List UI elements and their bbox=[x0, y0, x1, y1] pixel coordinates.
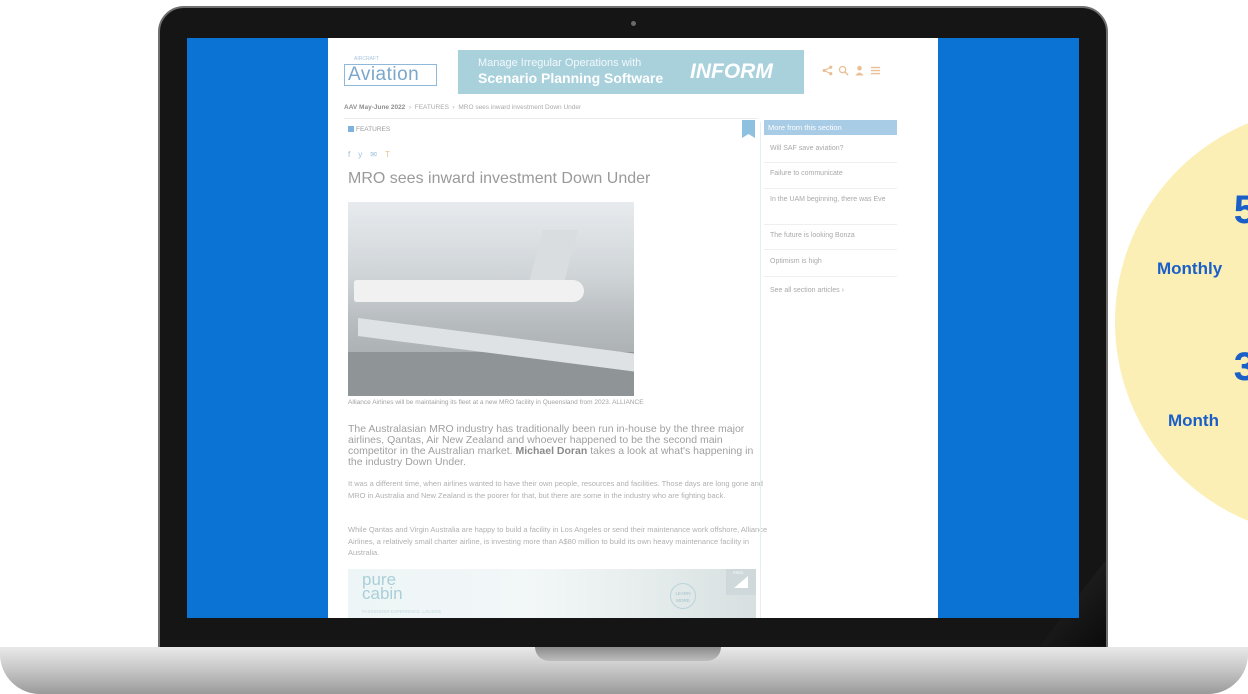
breadcrumb-issue[interactable]: AAV May-June 2022 bbox=[344, 104, 405, 111]
facebook-icon[interactable]: f bbox=[348, 150, 350, 159]
sidebar-heading: More from this section bbox=[764, 120, 897, 135]
photo-caption: Alliance Airlines will be maintaining it… bbox=[348, 399, 644, 406]
laptop-notch bbox=[535, 647, 721, 661]
search-icon[interactable] bbox=[838, 65, 849, 76]
sidebar-item-divider bbox=[764, 188, 897, 189]
camera-icon bbox=[631, 21, 636, 26]
sidebar-item-divider bbox=[764, 162, 897, 163]
breadcrumb-section[interactable]: FEATURES bbox=[415, 104, 449, 111]
marketing-stage: 5 Monthly 3 Month AIRCRAFT Aviation Mana… bbox=[0, 0, 1248, 694]
article-page: AIRCRAFT Aviation Manage Irregular Opera… bbox=[328, 38, 938, 618]
stats-circle bbox=[1115, 107, 1248, 537]
article-lede: The Australasian MRO industry has tradit… bbox=[348, 424, 768, 468]
ad2-learn-more-badge[interactable]: LEARN MORE bbox=[670, 583, 696, 609]
ad2-logo: pure cabin bbox=[362, 571, 403, 603]
photo-tail-shape bbox=[528, 230, 578, 286]
logo-small-text: AIRCRAFT bbox=[354, 56, 379, 62]
share-icon[interactable] bbox=[822, 65, 833, 76]
article-paragraph-1: It was a different time, when airlines w… bbox=[348, 479, 763, 500]
user-icon[interactable] bbox=[854, 65, 865, 76]
breadcrumb-sep: › bbox=[452, 104, 455, 111]
ad-banner-line2: Scenario Planning Software bbox=[478, 70, 664, 86]
breadcrumb-sep: › bbox=[408, 104, 412, 111]
ad-banner-line1: Manage Irregular Operations with bbox=[478, 57, 642, 69]
ad2-corner-label: FREE bbox=[733, 570, 744, 575]
sidebar-item-divider bbox=[764, 224, 897, 225]
ad-banner[interactable]: Manage Irregular Operations with Scenari… bbox=[458, 50, 804, 94]
breadcrumb-current: MRO sees inward investment Down Under bbox=[458, 104, 582, 111]
ad-pure-cabin[interactable]: pure cabin PASSENGER EXPERIENCE, LOUNGE L… bbox=[348, 569, 756, 618]
header-icons bbox=[822, 65, 881, 76]
sidebar-item-divider bbox=[764, 276, 897, 277]
sidebar-see-all-link[interactable]: See all section articles › bbox=[770, 287, 844, 294]
ad2-logo-line2: cabin bbox=[362, 584, 403, 603]
article-photo bbox=[348, 202, 634, 396]
ad2-badge-line1: LEARN bbox=[675, 591, 691, 596]
site-logo[interactable]: Aviation bbox=[344, 64, 437, 86]
section-square-icon bbox=[348, 126, 354, 132]
text-size-icon[interactable]: T bbox=[385, 150, 390, 159]
twitter-icon[interactable]: y bbox=[358, 150, 362, 159]
sidebar-item[interactable]: In the UAM beginning, there was Eve bbox=[764, 195, 897, 205]
stat-number-2: 3 bbox=[1233, 345, 1248, 389]
menu-icon[interactable] bbox=[870, 65, 881, 76]
email-icon[interactable]: ✉ bbox=[370, 150, 377, 159]
sidebar-item[interactable]: The future is looking Bonza bbox=[764, 231, 897, 241]
stat-number-1: 5 bbox=[1233, 188, 1248, 232]
ad2-badge-line2: MORE bbox=[676, 598, 690, 603]
sidebar-item[interactable]: Optimism is high bbox=[764, 257, 897, 267]
share-row: f y ✉ T bbox=[348, 150, 390, 159]
sidebar-divider bbox=[760, 122, 761, 618]
photo-fuselage-shape bbox=[354, 280, 584, 302]
ad-banner-brand: INFORM bbox=[690, 60, 773, 83]
ad2-tagline: PASSENGER EXPERIENCE, LOUNGE bbox=[362, 609, 442, 614]
stat-label-2: Month bbox=[1168, 411, 1219, 430]
lede-author: Michael Doran bbox=[515, 445, 588, 457]
article-paragraph-2: While Qantas and Virgin Australia are ha… bbox=[348, 525, 768, 557]
stat-label-1: Monthly bbox=[1157, 259, 1223, 278]
breadcrumb: AAV May-June 2022 › FEATURES › MRO sees … bbox=[344, 104, 581, 111]
sidebar-item[interactable]: Will SAF save aviation? bbox=[764, 144, 897, 154]
sidebar-item[interactable]: Failure to communicate bbox=[764, 169, 897, 179]
sidebar-item-divider bbox=[764, 249, 897, 250]
section-tag[interactable]: FEATURES bbox=[348, 126, 390, 133]
article-title: MRO sees inward investment Down Under bbox=[348, 170, 651, 187]
header-divider bbox=[344, 118, 758, 119]
section-tag-label: FEATURES bbox=[356, 126, 391, 133]
laptop-screen: AIRCRAFT Aviation Manage Irregular Opera… bbox=[187, 38, 1079, 618]
bookmark-icon[interactable] bbox=[742, 120, 755, 138]
